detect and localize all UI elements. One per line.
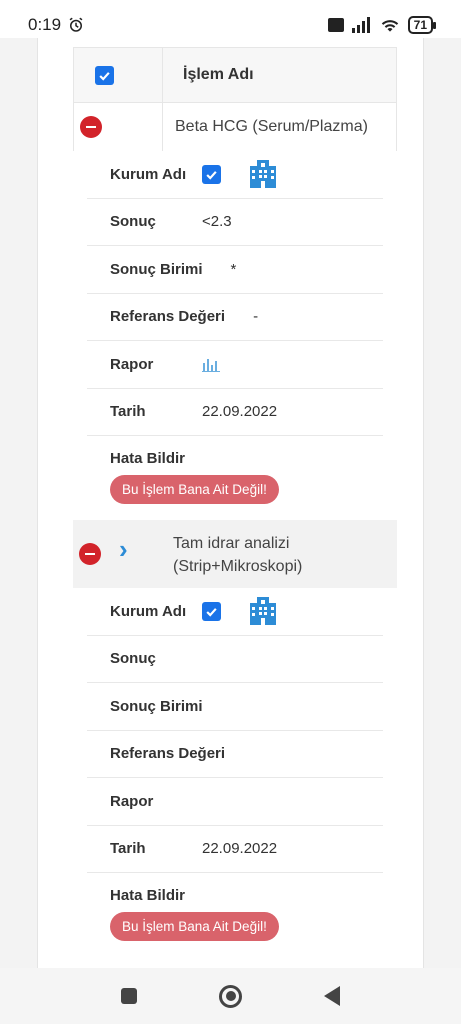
back-button[interactable] [324, 986, 340, 1006]
table-header: İşlem Adı [73, 47, 397, 103]
volte-icon [327, 18, 344, 32]
date-value: 22.09.2022 [202, 403, 278, 421]
select-all-checkbox[interactable] [95, 65, 114, 85]
institution-label: Kurum Adı [110, 602, 187, 620]
procedure-name: Tam idrar analizi (Strip+Mikroskopi) [173, 532, 302, 578]
detail-row-unit: Sonuç Birimi [87, 683, 383, 731]
procedure-details-2: Kurum Adı Sonuç Sonuç Birimi Referans De… [87, 588, 383, 957]
detail-row-institution: Kurum Adı [87, 588, 383, 636]
unit-label: Sonuç Birimi [110, 697, 203, 715]
select-all-cell [74, 48, 163, 102]
detail-row-date: Tarih 22.09.2022 [87, 389, 383, 436]
report-label: Rapor [110, 792, 154, 810]
detail-row-unit: Sonuç Birimi * [87, 246, 383, 294]
detail-row-institution: Kurum Adı [87, 151, 383, 199]
detail-row-result: Sonuç [87, 636, 383, 683]
remove-circle-icon[interactable] [80, 116, 102, 138]
unit-value: * [230, 260, 237, 278]
wifi-icon [381, 20, 398, 32]
date-label: Tarih [110, 403, 146, 421]
hospital-building-icon[interactable] [247, 158, 279, 190]
institution-label: Kurum Adı [110, 165, 187, 183]
institution-value [179, 158, 279, 190]
report-label: Rapor [110, 355, 154, 373]
procedure-details-1: Kurum Adı Sonuç <2.3 Sonuç Birimi * Refe… [87, 151, 383, 520]
recent-apps-button[interactable] [121, 988, 137, 1004]
status-time-group: 0:19 [28, 15, 85, 35]
battery-icon: 71 [407, 16, 437, 34]
hospital-building-icon[interactable] [247, 595, 279, 627]
result-label: Sonuç [110, 650, 156, 668]
system-navigation-bar [0, 968, 461, 1024]
procedure-name-line1: Tam idrar analizi [173, 535, 290, 552]
institution-checkbox[interactable] [202, 164, 221, 184]
detail-row-date: Tarih 22.09.2022 [87, 826, 383, 873]
detail-row-reference: Referans Değeri - [87, 294, 383, 341]
detail-row-report: Rapor [87, 341, 383, 389]
reference-label: Referans Değeri [110, 308, 226, 326]
detail-row-report: Rapor [87, 778, 383, 826]
checkmark-icon [99, 71, 110, 81]
not-my-procedure-button[interactable]: Bu İşlem Bana Ait Değil! [110, 475, 279, 504]
checkmark-icon [206, 607, 217, 617]
column-title: İşlem Adı [183, 66, 254, 83]
date-label: Tarih [110, 840, 146, 858]
status-icons: 71 [327, 16, 437, 34]
institution-checkbox[interactable] [202, 601, 221, 621]
institution-value [179, 595, 279, 627]
signal-icon [351, 17, 370, 33]
reference-label: Referans Değeri [110, 745, 226, 763]
date-value: 22.09.2022 [202, 840, 278, 858]
report-error-label: Hata Bildir [110, 887, 186, 904]
procedures-table: İşlem Adı Beta HCG (Serum/Plazma) Kurum … [73, 47, 397, 957]
checkmark-icon [206, 170, 217, 180]
chevron-right-icon[interactable]: › [119, 534, 128, 565]
result-value: <2.3 [202, 213, 232, 231]
procedure-row-2[interactable]: › Tam idrar analizi (Strip+Mikroskopi) [73, 520, 397, 588]
report-error-label: Hata Bildir [110, 450, 186, 467]
home-button[interactable] [219, 984, 242, 1008]
procedure-name-line2: (Strip+Mikroskopi) [173, 558, 303, 575]
report-value [179, 356, 220, 373]
status-time: 0:19 [28, 15, 62, 34]
result-label: Sonuç [110, 213, 156, 231]
bar-chart-icon[interactable] [202, 356, 220, 373]
procedure-name: Beta HCG (Serum/Plazma) [162, 103, 396, 151]
detail-row-report-error: Hata Bildir Bu İşlem Bana Ait Değil! [87, 436, 383, 520]
procedure-row-1[interactable]: Beta HCG (Serum/Plazma) [73, 103, 397, 151]
reference-value: - [253, 308, 259, 326]
not-my-procedure-button[interactable]: Bu İşlem Bana Ait Değil! [110, 912, 279, 941]
remove-circle-icon[interactable] [79, 543, 101, 565]
detail-row-report-error: Hata Bildir Bu İşlem Bana Ait Değil! [87, 873, 383, 957]
detail-row-reference: Referans Değeri [87, 731, 383, 778]
alarm-clock-icon [69, 17, 83, 32]
detail-row-result: Sonuç <2.3 [87, 199, 383, 246]
unit-label: Sonuç Birimi [110, 260, 203, 278]
